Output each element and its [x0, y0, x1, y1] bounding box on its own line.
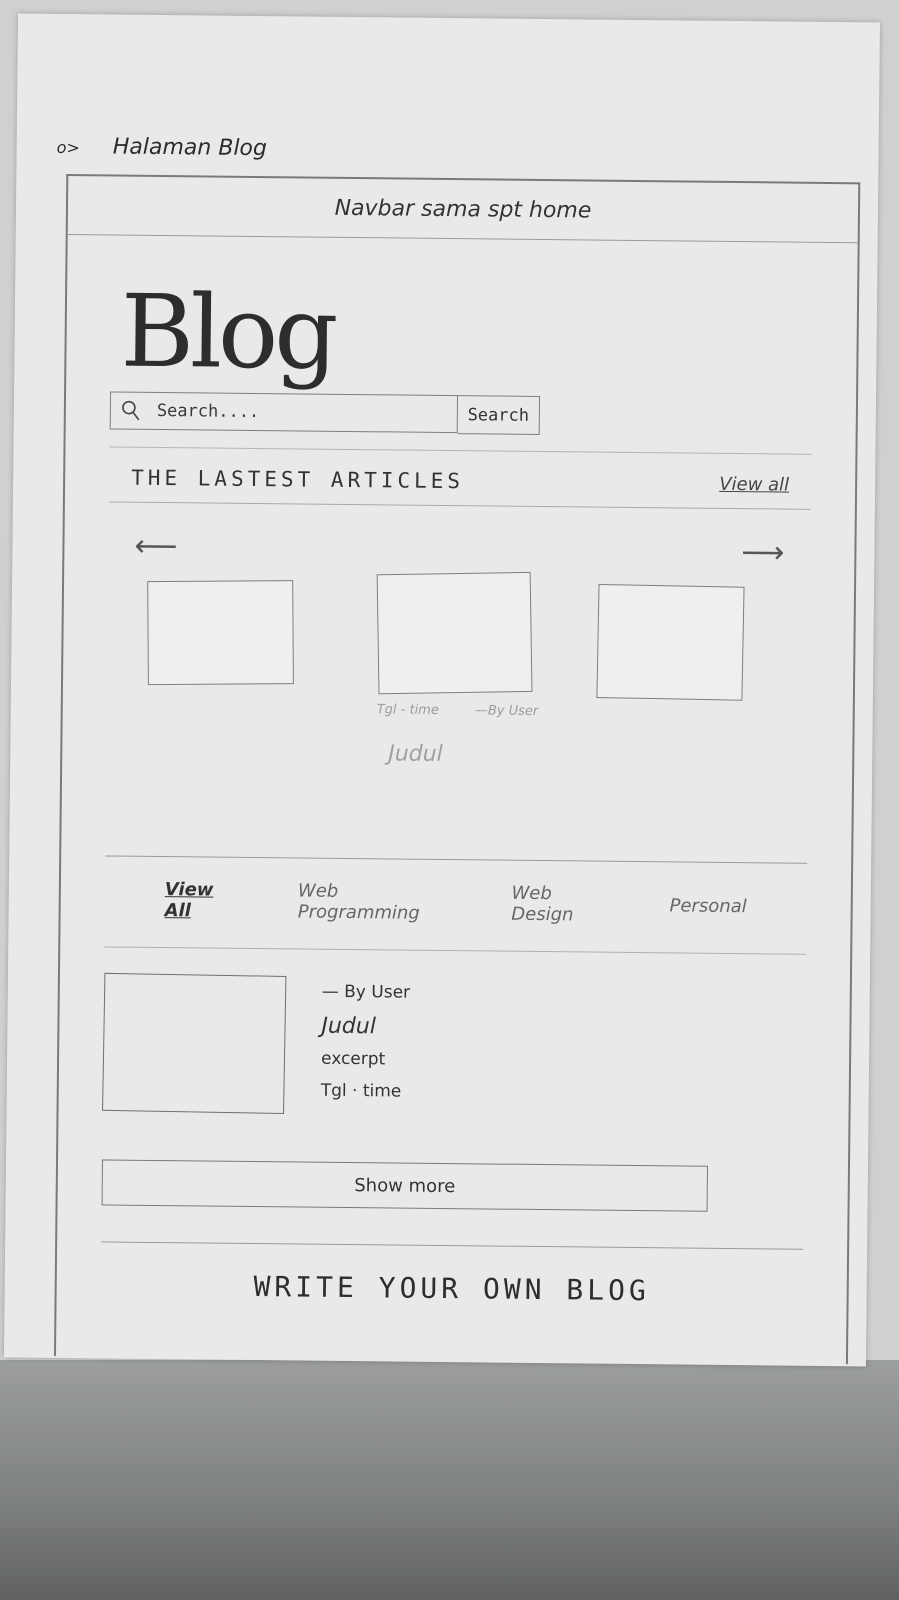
post-author: — By User — [321, 981, 411, 1003]
tab-personal[interactable]: Personal — [669, 895, 746, 917]
article-author: —By User — [474, 703, 539, 719]
article-date-time: Tgl - time — [376, 702, 439, 718]
post-thumbnail — [102, 972, 287, 1114]
article-meta: Tgl - time —By User — [377, 702, 539, 719]
search-bar: Search — [109, 391, 541, 435]
articles-carousel: Tgl - time —By User Judul — [106, 569, 810, 806]
show-more-button[interactable]: Show more — [101, 1159, 708, 1212]
post-list-item[interactable]: — By User Judul excerpt Tgl · time — [102, 972, 806, 1118]
category-tabs: View All Web Programming Web Design Pers… — [104, 856, 807, 953]
search-input[interactable] — [154, 399, 409, 425]
post-date-time: Tgl · time — [320, 1080, 402, 1102]
divider — [101, 1241, 804, 1250]
tab-view-all[interactable]: View All — [165, 879, 241, 922]
category-filter-bar: View All Web Programming Web Design Pers… — [104, 855, 808, 955]
article-card[interactable] — [147, 580, 294, 686]
article-thumbnail — [596, 583, 745, 701]
write-blog-cta[interactable]: WRITE YOUR OWN BLOG — [101, 1268, 803, 1308]
tab-web-design[interactable]: Web Design — [511, 883, 612, 926]
page-title: Blog — [120, 272, 335, 392]
latest-articles-title: THE LASTEST ARTICLES — [131, 465, 465, 494]
sketch-paper: o> Halaman Blog Navbar sama spt home Blo… — [3, 13, 880, 1367]
article-thumbnail — [376, 571, 533, 695]
main-content: Blog Search THE LASTEST ARTICLES View al… — [57, 272, 858, 1309]
arrow-left-icon[interactable]: ⟵ — [134, 529, 177, 564]
search-button[interactable]: Search — [457, 395, 541, 435]
search-field-wrapper — [109, 391, 459, 434]
page-label: o> Halaman Blog — [57, 134, 268, 161]
arrow-right-icon[interactable]: ⟶ — [741, 535, 784, 570]
tab-web-programming[interactable]: Web Programming — [298, 880, 454, 924]
view-all-link[interactable]: View all — [719, 473, 789, 495]
navbar-text: Navbar sama spt home — [334, 195, 592, 224]
article-card[interactable] — [596, 583, 745, 701]
page-label-text: Halaman Blog — [112, 134, 268, 162]
latest-articles-header: THE LASTEST ARTICLES View all — [108, 446, 812, 510]
browser-frame: Navbar sama spt home Blog Search THE LAS… — [53, 174, 861, 1365]
article-card[interactable]: Tgl - time —By User Judul — [376, 571, 540, 768]
post-excerpt: excerpt — [320, 1048, 386, 1070]
article-heading: Judul — [388, 741, 443, 767]
navbar: Navbar sama spt home — [67, 176, 859, 244]
carousel-controls: ⟵ ⟶ — [108, 528, 810, 571]
post-title: Judul — [321, 1013, 377, 1040]
article-thumbnail — [147, 580, 294, 686]
page-label-bullet: o> — [56, 137, 80, 158]
search-icon — [122, 400, 140, 421]
post-info: — By User Judul excerpt Tgl · time — [321, 976, 411, 1115]
background-floor — [0, 1360, 899, 1600]
